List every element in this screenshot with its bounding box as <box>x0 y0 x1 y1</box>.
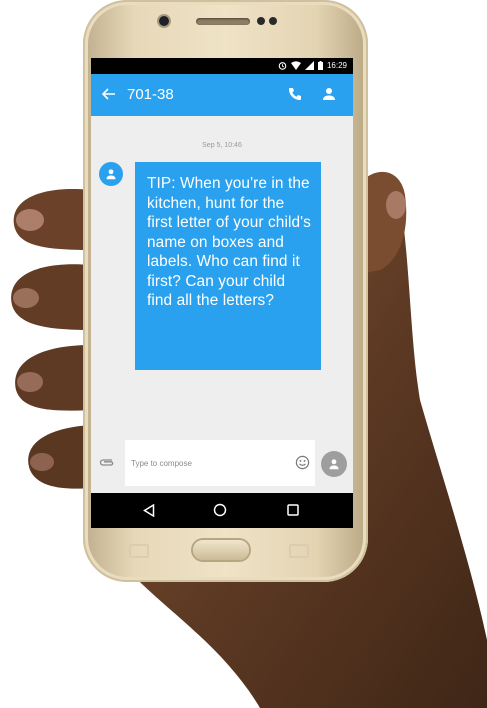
status-time: 16:29 <box>326 61 347 70</box>
back-arrow-icon[interactable] <box>101 86 117 102</box>
app-bar: 701-38 <box>91 74 353 116</box>
nav-recents-icon[interactable] <box>287 504 299 516</box>
home-button[interactable] <box>193 540 249 560</box>
conversation-title: 701-38 <box>127 86 174 103</box>
paperclip-icon[interactable] <box>99 457 115 467</box>
softkey-right[interactable] <box>289 544 309 558</box>
compose-bar <box>91 438 353 488</box>
phone-icon[interactable] <box>287 86 303 102</box>
emoji-icon[interactable] <box>295 455 310 470</box>
nav-back-icon[interactable] <box>143 504 155 517</box>
earpiece-speaker <box>196 18 250 25</box>
sender-avatar <box>99 162 123 186</box>
compose-field[interactable] <box>125 440 315 486</box>
nav-home-icon[interactable] <box>213 503 227 517</box>
message-bubble: TIP: When you're in the kitchen, hunt fo… <box>135 162 321 370</box>
send-button[interactable] <box>321 451 347 477</box>
compose-input[interactable] <box>129 454 293 472</box>
light-sensor <box>269 17 277 25</box>
softkey-left[interactable] <box>129 544 149 558</box>
wifi-icon <box>290 61 301 70</box>
battery-icon <box>317 61 323 70</box>
signal-icon <box>304 61 314 70</box>
message-timestamp: Sep 5, 10:46 <box>202 142 242 149</box>
phone-screen: 16:29 701-38 Sep 5, 10:46 TIP: When you'… <box>91 58 353 528</box>
contact-icon[interactable] <box>321 86 337 102</box>
status-bar: 16:29 <box>91 58 353 74</box>
front-camera <box>159 16 169 26</box>
navigation-bar <box>91 493 353 528</box>
proximity-sensor <box>257 17 265 25</box>
send-icon <box>329 459 339 470</box>
person-icon <box>106 169 116 180</box>
alarm-icon <box>278 62 287 70</box>
